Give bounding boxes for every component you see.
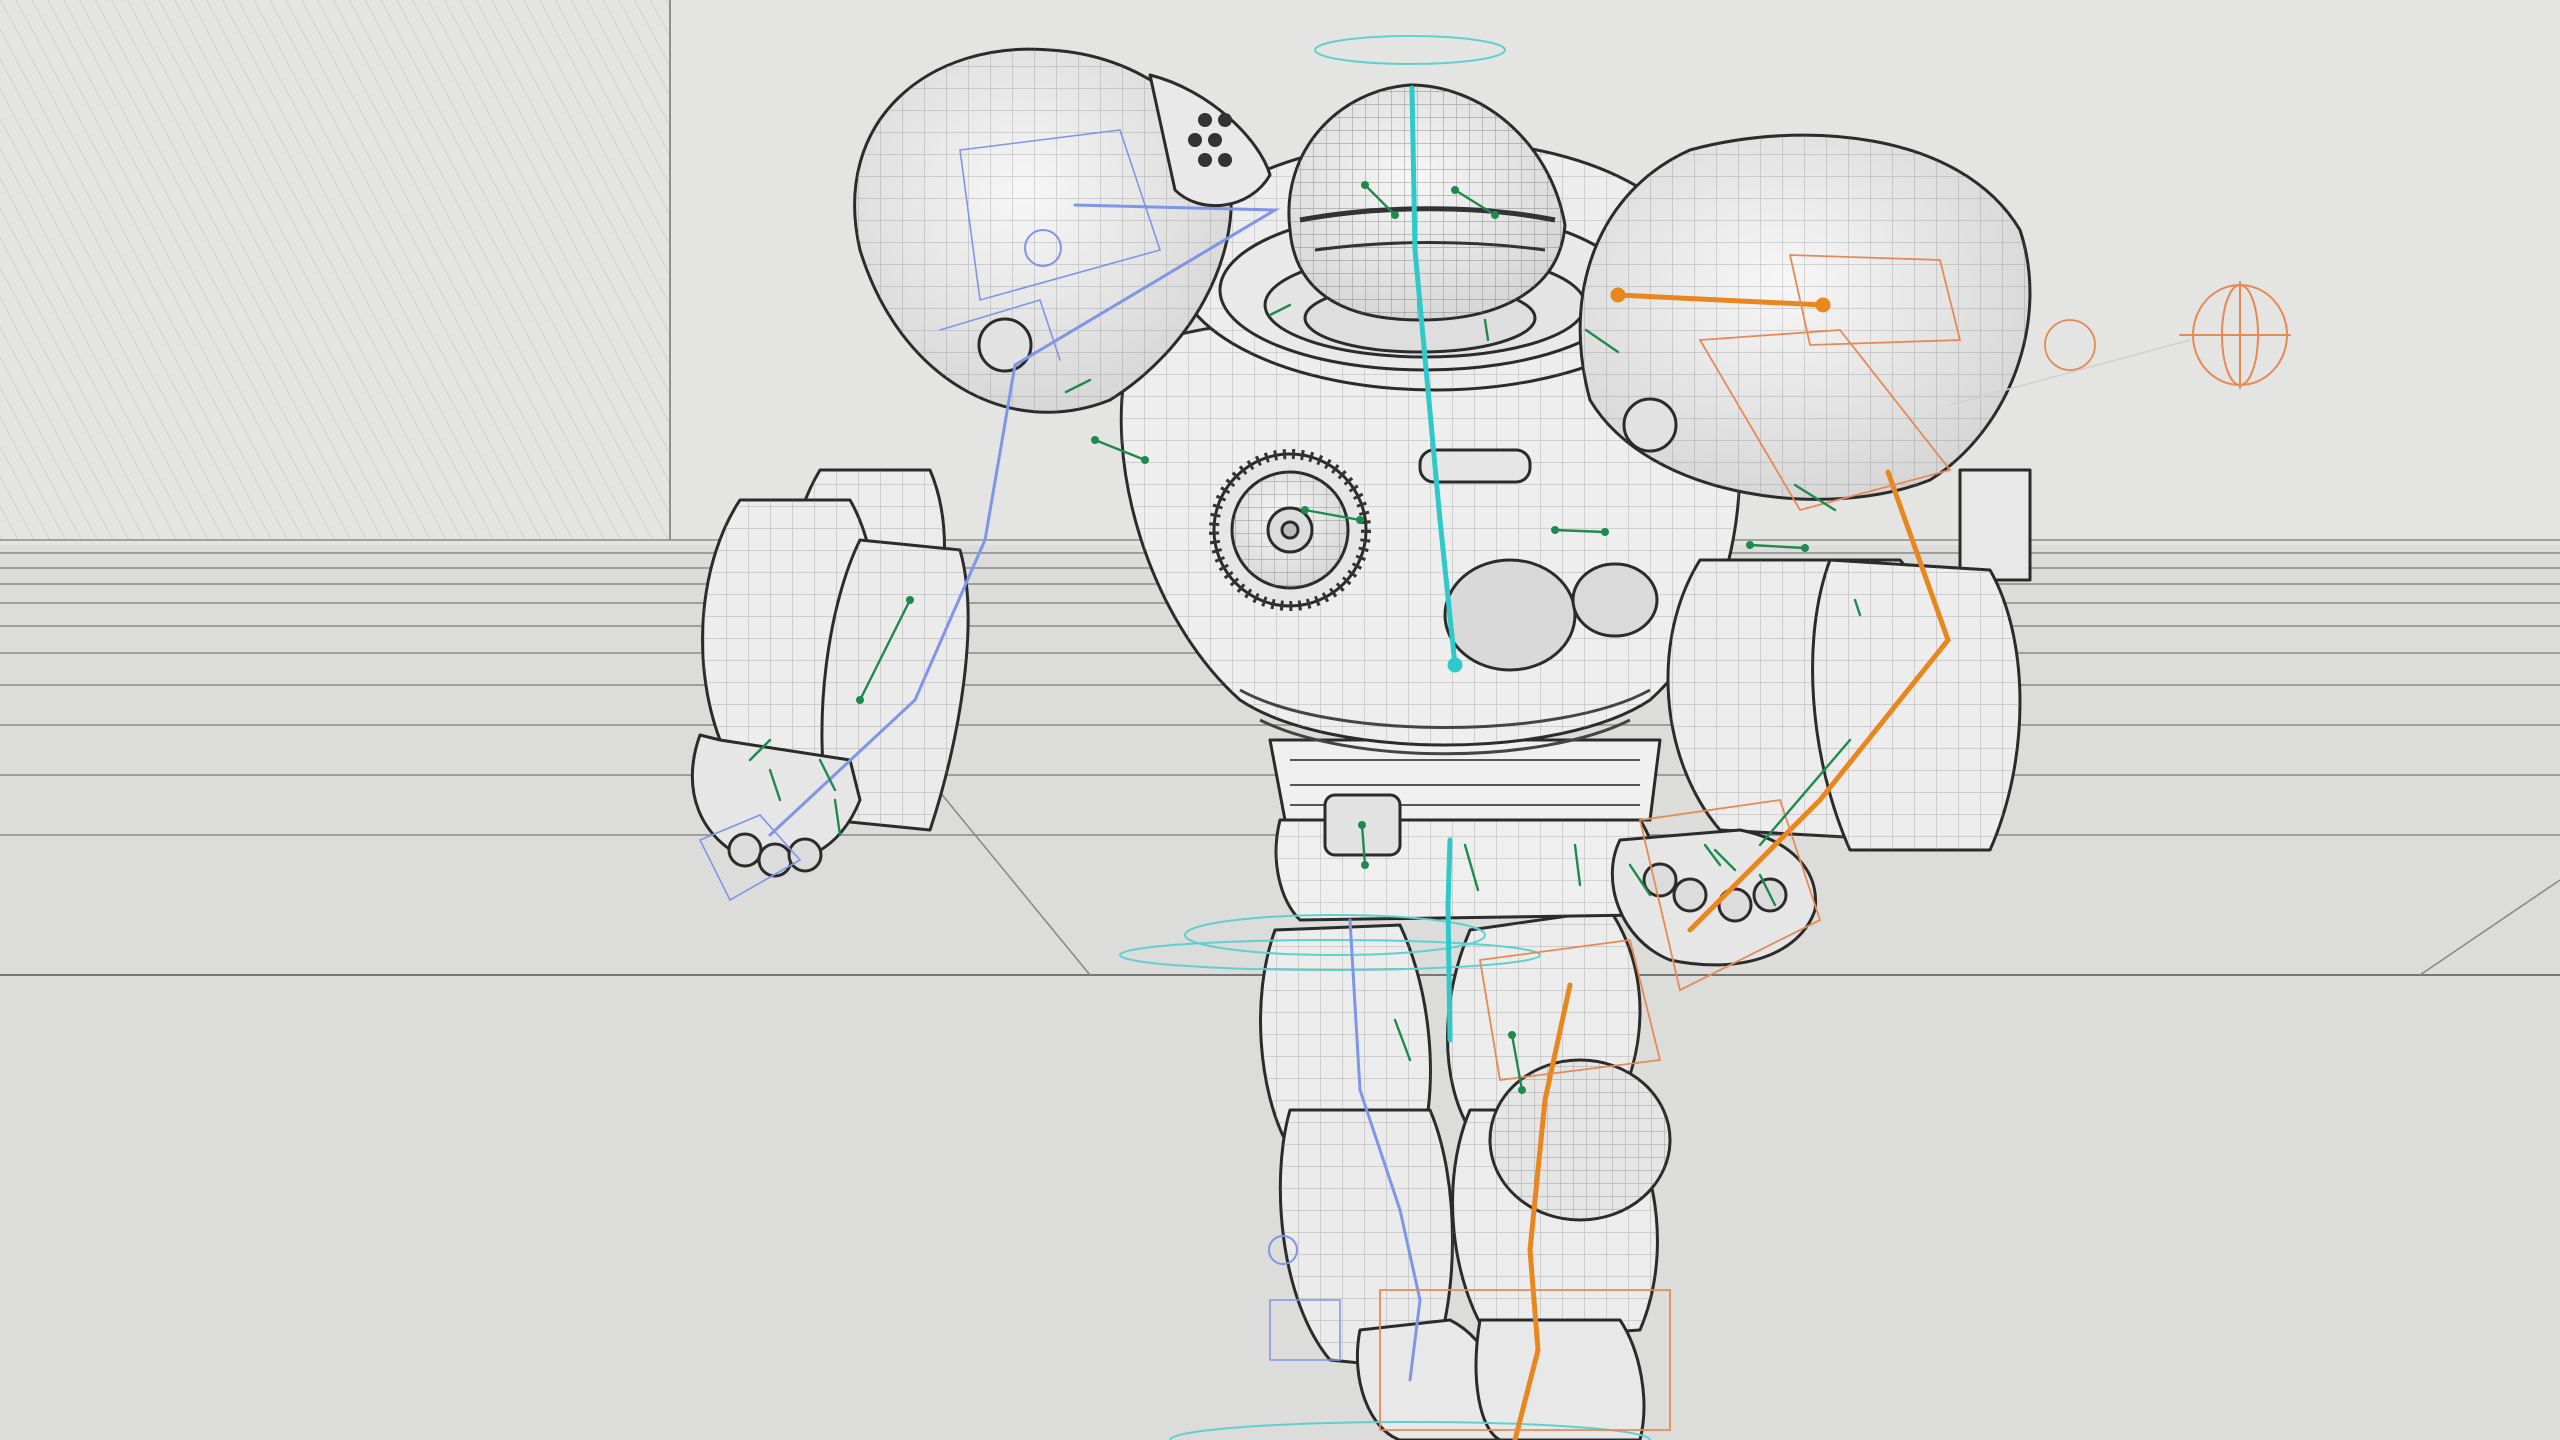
hip-mesh[interactable] [1268, 738, 1662, 922]
viewport-scene[interactable] [0, 0, 2560, 1440]
right-arm-mesh[interactable] [1610, 558, 2022, 967]
abdomen-pod [1443, 558, 1577, 672]
hatched-wall-panel [0, 0, 670, 540]
abdomen-pod-2 [1571, 562, 1659, 638]
chest-turbine [1209, 449, 1371, 611]
mech-character-mesh[interactable] [690, 47, 2032, 1440]
3d-viewport[interactable] [0, 0, 2560, 1440]
right-leg-mesh[interactable] [1446, 908, 1672, 1440]
